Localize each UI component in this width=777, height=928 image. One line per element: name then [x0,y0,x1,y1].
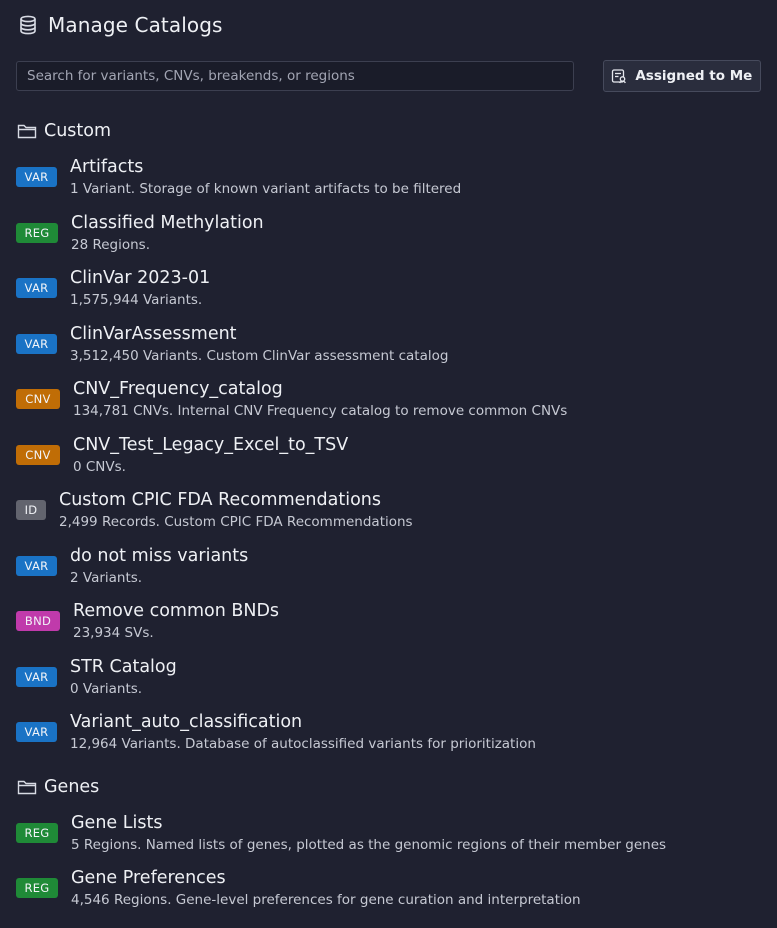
catalog-item-variant-auto-classification[interactable]: VAR Variant_auto_classification 12,964 V… [16,711,761,767]
catalog-description: 134,781 CNVs. Internal CNV Frequency cat… [73,403,568,419]
catalog-description: 3,512,450 Variants. Custom ClinVar asses… [70,347,449,364]
catalog-item-text: Classified Methylation 28 Regions. [71,212,264,254]
catalog-item-cnv-test-legacy[interactable]: CNV CNV_Test_Legacy_Excel_to_TSV 0 CNVs. [16,434,761,490]
assigned-to-me-label: Assigned to Me [635,68,753,84]
catalog-name: Artifacts [70,157,144,177]
catalog-item-text: ClinVar 2023-01 1,575,944 Variants. [70,267,210,309]
catalog-name: Classified Methylation [71,212,264,233]
catalog-item-clinvarassessment[interactable]: VAR ClinVarAssessment 3,512,450 Variants… [16,323,761,379]
catalog-item-text: Gene Preferences 4,546 Regions. Gene-lev… [71,867,581,909]
catalog-description: 0 Variants. [70,680,143,697]
catalog-item-classified-methylation[interactable]: REG Classified Methylation 28 Regions. [16,212,761,268]
catalog-name: STR Catalog [70,656,177,677]
type-badge-var: VAR [16,333,57,354]
manage-catalogs-page: Manage Catalogs Assigned to Me [0,0,777,928]
section-title: Custom [44,121,112,141]
catalog-item-str-catalog[interactable]: VAR STR Catalog 0 Variants. [16,656,761,712]
type-badge-bnd: BND [16,611,60,631]
assigned-to-me-button[interactable]: Assigned to Me [602,60,761,92]
catalog-item-text: CNV_Test_Legacy_Excel_to_TSV 0 CNVs. [73,434,348,476]
catalog-name: do not miss variants [70,545,249,566]
catalog-item-text: Variant_auto_classification 12,964 Varia… [70,711,536,753]
catalog-item-text: Gene Lists 5 Regions. Named lists of gen… [71,812,666,854]
catalog-description: 28 Regions. [71,236,151,253]
catalog-item-text: Artifacts 1 Variant. Storage of known va… [70,156,461,198]
catalog-item-custom-cpic-fda[interactable]: ID Custom CPIC FDA Recommendations 2,499… [16,489,761,545]
folder-icon [17,778,37,796]
type-badge-var: VAR [16,278,57,298]
catalog-name: CNV_Test_Legacy_Excel_to_TSV [73,434,349,455]
catalog-name: Variant_auto_classification [70,712,303,732]
catalog-name: Remove common BNDs [73,601,280,621]
catalog-name: CNV_Frequency_catalog [73,379,283,399]
catalog-item-text: do not miss variants 2 Variants. [70,545,248,587]
catalog-name: ClinVar 2023-01 [70,268,211,288]
section-header-genes[interactable]: Genes [16,776,761,798]
catalog-description: 5 Regions. Named lists of genes, plotted… [71,836,667,853]
catalog-item-gene-lists[interactable]: REG Gene Lists 5 Regions. Named lists of… [16,812,761,868]
catalog-item-text: ClinVarAssessment 3,512,450 Variants. Cu… [70,323,448,365]
database-icon [17,14,39,36]
catalog-description: 2 Variants. [70,569,143,586]
type-badge-var: VAR [16,666,57,687]
page-title: Manage Catalogs [48,13,223,37]
catalog-description: 4,546 Regions. Gene-level preferences fo… [71,892,581,908]
catalog-item-cnv-frequency-catalog[interactable]: CNV CNV_Frequency_catalog 134,781 CNVs. … [16,378,761,434]
type-badge-var: VAR [16,167,57,187]
catalog-item-text: Custom CPIC FDA Recommendations 2,499 Re… [59,489,413,531]
section-custom: Custom VAR Artifacts 1 Variant. Storage … [16,120,761,767]
catalog-item-clinvar-2023-01[interactable]: VAR ClinVar 2023-01 1,575,944 Variants. [16,267,761,323]
catalog-name: ClinVarAssessment [70,323,237,344]
catalog-item-do-not-miss-variants[interactable]: VAR do not miss variants 2 Variants. [16,545,761,601]
type-badge-cnv: CNV [16,389,60,409]
catalog-description: 1 Variant. Storage of known variant arti… [70,181,462,197]
type-badge-id: ID [16,500,46,520]
toolbar: Assigned to Me [16,60,761,92]
catalog-name: Custom CPIC FDA Recommendations [59,490,381,510]
catalog-description: 0 CNVs. [73,458,126,475]
section-title: Genes [44,776,100,797]
type-badge-reg: REG [16,822,58,843]
type-badge-var: VAR [16,722,57,742]
catalog-description: 1,575,944 Variants. [70,292,203,308]
search-input[interactable] [16,61,574,91]
section-genes: Genes REG Gene Lists 5 Regions. Named li… [16,776,761,923]
type-badge-reg: REG [16,222,58,243]
catalog-item-text: Remove common BNDs 23,934 SVs. [73,600,279,642]
catalog-item-gene-preferences[interactable]: REG Gene Preferences 4,546 Regions. Gene… [16,867,761,923]
page-header: Manage Catalogs [16,0,761,49]
catalog-item-artifacts[interactable]: VAR Artifacts 1 Variant. Storage of know… [16,156,761,212]
type-badge-cnv: CNV [16,444,60,465]
folder-icon [17,122,37,140]
catalog-description: 12,964 Variants. Database of autoclassif… [70,736,536,752]
catalog-item-remove-common-bnds[interactable]: BND Remove common BNDs 23,934 SVs. [16,600,761,656]
assigned-list-icon [611,68,627,84]
type-badge-reg: REG [16,878,58,898]
catalog-name: Gene Preferences [71,868,226,888]
catalog-item-text: STR Catalog 0 Variants. [70,656,177,698]
catalog-description: 23,934 SVs. [73,625,154,641]
catalog-item-text: CNV_Frequency_catalog 134,781 CNVs. Inte… [73,378,567,420]
catalog-description: 2,499 Records. Custom CPIC FDA Recommend… [59,514,413,530]
type-badge-var: VAR [16,555,57,576]
section-header-custom[interactable]: Custom [16,120,761,142]
catalog-name: Gene Lists [71,812,163,833]
